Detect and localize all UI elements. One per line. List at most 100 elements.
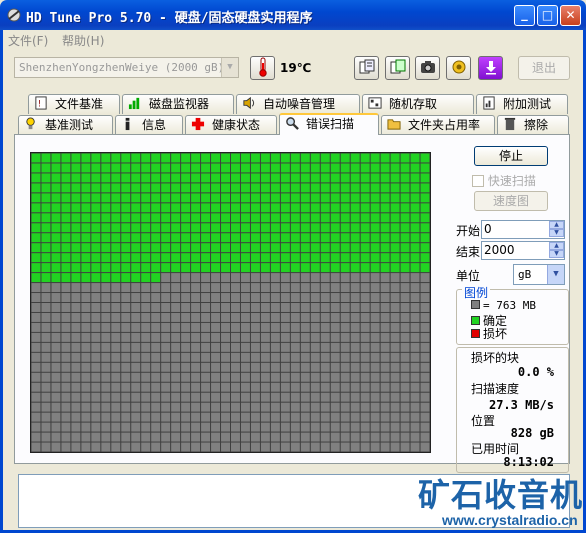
block-ok	[201, 253, 211, 263]
block-untested	[101, 442, 111, 452]
block-ok	[111, 273, 121, 283]
block-untested	[310, 412, 320, 422]
block-ok	[171, 203, 181, 213]
block-ok	[310, 203, 320, 213]
block-untested	[231, 332, 240, 342]
menu-file[interactable]: 文件(F)	[8, 32, 48, 49]
menu-help[interactable]: 帮助(H)	[62, 32, 104, 49]
block-ok	[91, 233, 101, 243]
block-untested	[240, 412, 250, 422]
block-untested	[31, 362, 41, 372]
tab-top-2[interactable]: 自动噪音管理	[236, 94, 360, 114]
block-untested	[400, 422, 410, 432]
block-untested	[410, 432, 420, 442]
block-ok	[51, 153, 61, 163]
block-untested	[171, 432, 181, 442]
block-untested	[280, 303, 290, 312]
close-button[interactable]: ✕	[560, 5, 581, 26]
spin-down-icon[interactable]: ▼	[549, 250, 564, 258]
block-untested	[171, 372, 181, 382]
block-ok	[101, 213, 111, 223]
block-untested	[270, 412, 280, 422]
tab-bottom-5[interactable]: 擦除	[497, 115, 569, 135]
start-spinner[interactable]: ▲ ▼	[549, 221, 564, 238]
block-ok	[131, 263, 141, 273]
speed-map-button[interactable]: 速度图	[474, 191, 548, 211]
block-untested	[400, 352, 410, 362]
tab-top-3[interactable]: 随机存取	[362, 94, 474, 114]
block-untested	[390, 392, 400, 402]
tab-bottom-2[interactable]: 健康状态	[185, 115, 277, 135]
block-ok	[31, 153, 41, 163]
block-untested	[71, 382, 81, 392]
block-ok	[101, 163, 111, 173]
block-untested	[181, 332, 191, 342]
block-untested	[340, 402, 350, 412]
block-untested	[91, 303, 101, 312]
copy-button[interactable]	[385, 56, 410, 80]
stop-button[interactable]: 停止	[474, 146, 548, 166]
block-untested	[91, 412, 101, 422]
end-field[interactable]: 2000 ▲ ▼	[481, 241, 565, 260]
block-ok	[141, 213, 151, 223]
copy-info-button[interactable]	[354, 56, 379, 80]
block-ok	[91, 213, 101, 223]
minimize-button[interactable]: _	[514, 5, 535, 26]
block-untested	[250, 303, 260, 312]
block-untested	[211, 283, 221, 293]
options-button[interactable]	[446, 56, 471, 80]
block-ok	[420, 253, 430, 263]
tab-bottom-3[interactable]: 错误扫描	[279, 113, 379, 135]
checkbox-box[interactable]	[472, 175, 484, 187]
block-untested	[161, 312, 171, 322]
block-untested	[201, 372, 211, 382]
spin-up-icon[interactable]: ▲	[549, 221, 564, 229]
block-ok	[240, 243, 250, 253]
title-bar[interactable]: HD Tune Pro 5.70 - 硬盘/固态硬盘实用程序 _ □ ✕	[0, 0, 586, 30]
block-untested	[31, 303, 41, 312]
start-field[interactable]: 0 ▲ ▼	[481, 220, 565, 239]
block-ok	[370, 153, 380, 163]
spin-down-icon[interactable]: ▼	[549, 229, 564, 237]
temperature-button[interactable]	[250, 56, 275, 80]
block-untested	[330, 432, 340, 442]
tab-bottom-0[interactable]: 基准测试	[18, 115, 113, 135]
block-ok	[211, 223, 221, 233]
block-ok	[51, 273, 61, 283]
tab-top-0[interactable]: ! 文件基准	[28, 94, 120, 114]
block-untested	[31, 442, 41, 452]
tab-bottom-4[interactable]: 文件夹占用率	[381, 115, 495, 135]
block-ok	[410, 213, 420, 223]
block-ok	[250, 183, 260, 193]
block-untested	[121, 342, 131, 352]
block-untested	[41, 312, 51, 322]
drive-select[interactable]: ShenzhenYongzhenWeiye (2000 gB) ▼	[14, 57, 239, 78]
block-untested	[400, 432, 410, 442]
download-button[interactable]	[478, 56, 503, 80]
block-ok	[290, 153, 300, 163]
block-ok	[41, 273, 51, 283]
exit-button[interactable]: 退出	[518, 56, 570, 80]
block-ok	[71, 223, 81, 233]
block-untested	[61, 412, 71, 422]
block-untested	[181, 303, 191, 312]
tab-top-1[interactable]: 磁盘监视器	[122, 94, 234, 114]
block-ok	[151, 153, 161, 163]
quick-scan-checkbox[interactable]: 快速扫描	[472, 172, 536, 189]
tab-bottom-1[interactable]: 信息	[115, 115, 183, 135]
block-untested	[240, 303, 250, 312]
block-untested	[300, 332, 310, 342]
spin-up-icon[interactable]: ▲	[549, 242, 564, 250]
screenshot-button[interactable]	[415, 56, 440, 80]
end-spinner[interactable]: ▲ ▼	[549, 242, 564, 259]
block-untested	[290, 422, 300, 432]
block-untested	[410, 372, 420, 382]
block-ok	[280, 183, 290, 193]
block-untested	[400, 312, 410, 322]
maximize-button[interactable]: □	[537, 5, 558, 26]
unit-select[interactable]: gB ▼	[513, 264, 565, 285]
block-untested	[201, 382, 211, 392]
tab-top-4[interactable]: 附加测试	[476, 94, 568, 114]
block-ok	[81, 173, 91, 183]
block-ok	[221, 193, 230, 203]
